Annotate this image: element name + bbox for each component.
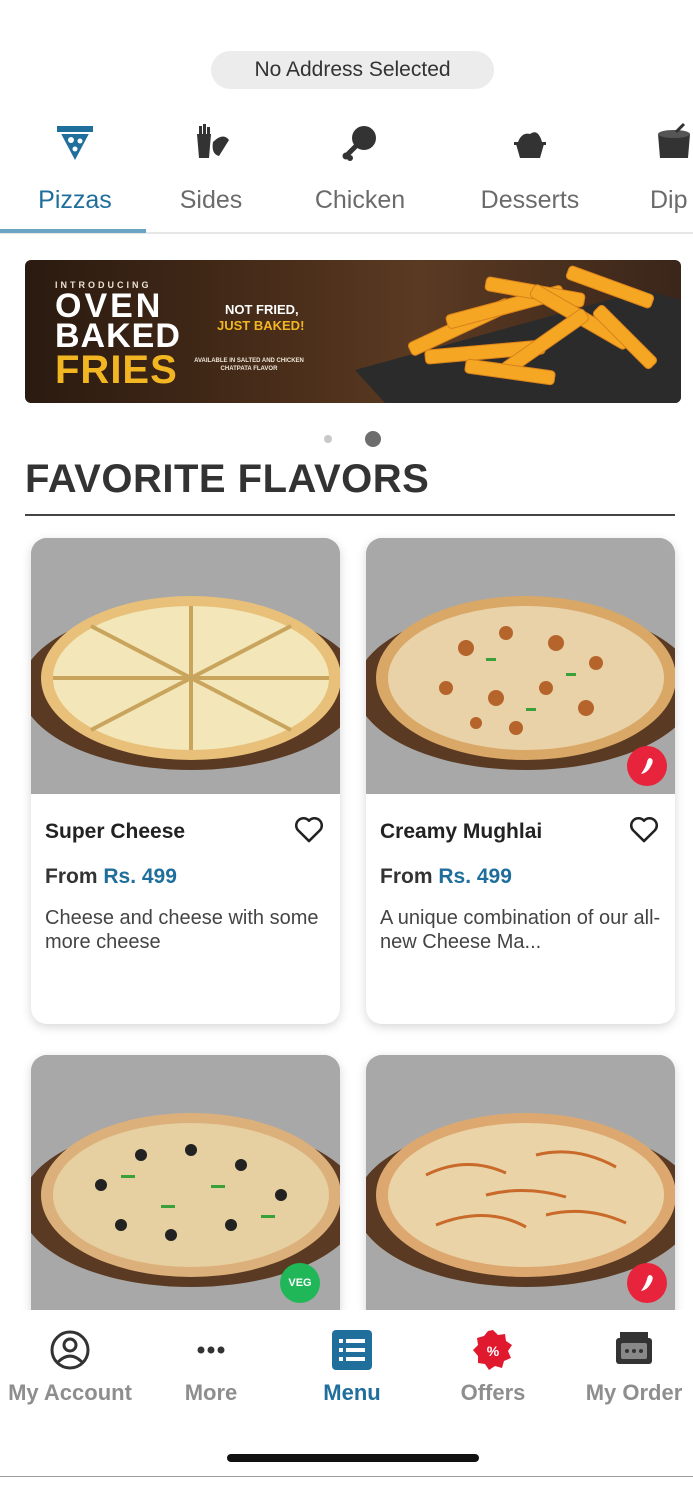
price-prefix: From: [45, 865, 98, 888]
banner-availability: AVAILABLE IN SALTED AND CHICKEN CHATPATA…: [194, 358, 304, 372]
address-label: No Address Selected: [254, 58, 451, 81]
product-card[interactable]: Creamy Mughlai From Rs. 499 A unique com…: [366, 538, 675, 1024]
promo-banner[interactable]: INTRODUCING OVEN BAKED FRIES NOT FRIED, …: [25, 260, 681, 403]
product-description: Cheese and cheese with some more cheese: [45, 907, 319, 953]
favorite-heart-icon[interactable]: [292, 812, 326, 846]
category-tabs: Pizzas Sides Chicken Desserts Dip: [0, 112, 693, 236]
bottom-divider: [0, 1476, 693, 1477]
price-amount: Rs. 499: [103, 865, 177, 888]
chili-icon: [641, 758, 653, 774]
nav-label: My Account: [8, 1380, 132, 1405]
tab-pizzas[interactable]: Pizzas: [0, 112, 150, 232]
pizza-image: [31, 538, 340, 794]
banner-line3: FRIES: [55, 348, 178, 392]
product-card[interactable]: VEG: [31, 1055, 340, 1325]
tab-sides[interactable]: Sides: [136, 112, 286, 232]
carousel-dot-active[interactable]: [365, 431, 381, 447]
offers-badge-icon: %: [473, 1330, 512, 1370]
price-amount: Rs. 499: [438, 865, 512, 888]
favorite-heart-icon[interactable]: [627, 812, 661, 846]
chicken-leg-icon: [342, 126, 376, 161]
dip-cup-icon: [658, 122, 690, 158]
pizza-image: [366, 538, 675, 794]
veg-badge: VEG: [280, 1263, 320, 1303]
sides-icon: [197, 124, 229, 158]
account-icon: [50, 1330, 90, 1370]
tab-chicken[interactable]: Chicken: [285, 112, 435, 232]
product-name: Super Cheese: [45, 820, 186, 843]
more-dots-icon: [197, 1346, 225, 1354]
fries-image: [355, 265, 681, 403]
tab-dip[interactable]: Dip: [604, 112, 693, 232]
pizza-image: [366, 1055, 675, 1311]
nav-offers[interactable]: % Offers: [423, 1310, 563, 1420]
section-divider: [25, 514, 675, 516]
order-box-icon: [616, 1332, 652, 1364]
dessert-icon: [514, 132, 546, 158]
product-card[interactable]: [366, 1055, 675, 1325]
nav-label: My Order: [585, 1380, 683, 1405]
price-prefix: From: [380, 865, 433, 888]
tab-label: Pizzas: [38, 186, 112, 214]
spicy-badge: [627, 746, 667, 786]
nav-menu[interactable]: Menu: [282, 1310, 422, 1420]
svg-text:%: %: [487, 1343, 500, 1359]
address-selector[interactable]: No Address Selected: [211, 51, 494, 89]
chili-icon: [641, 1275, 653, 1291]
nav-my-order[interactable]: My Order: [564, 1310, 693, 1420]
menu-list-icon: [332, 1330, 372, 1370]
tab-label: Dip: [650, 186, 688, 214]
product-price: From Rs. 499: [45, 865, 177, 889]
pizza-image: VEG: [31, 1055, 340, 1311]
carousel-dots: [0, 430, 693, 448]
product-card[interactable]: Super Cheese From Rs. 499 Cheese and che…: [31, 538, 340, 1024]
product-description: A unique combination of our all-new Chee…: [380, 907, 661, 953]
active-tab-indicator: [0, 229, 146, 233]
nav-label: More: [184, 1380, 238, 1405]
tab-label: Desserts: [480, 186, 580, 214]
nav-label: Offers: [460, 1380, 526, 1405]
pizza-slice-icon: [57, 126, 93, 160]
product-price: From Rs. 499: [380, 865, 512, 889]
bottom-nav: My Account More Menu % Offers My Order: [0, 1310, 693, 1500]
spicy-badge: [627, 1263, 667, 1303]
banner-tag1: NOT FRIED,: [225, 302, 299, 317]
section-title: FAVORITE FLAVORS: [25, 457, 430, 501]
nav-more[interactable]: More: [141, 1310, 281, 1420]
home-indicator[interactable]: [227, 1454, 479, 1462]
product-name: Creamy Mughlai: [380, 820, 543, 843]
nav-my-account[interactable]: My Account: [0, 1310, 140, 1420]
banner-tag2: JUST BAKED!: [217, 318, 305, 333]
nav-label: Menu: [323, 1380, 381, 1405]
tab-label: Sides: [179, 186, 243, 214]
tab-label: Chicken: [314, 186, 406, 214]
tab-desserts[interactable]: Desserts: [455, 112, 605, 232]
carousel-dot[interactable]: [324, 435, 332, 443]
